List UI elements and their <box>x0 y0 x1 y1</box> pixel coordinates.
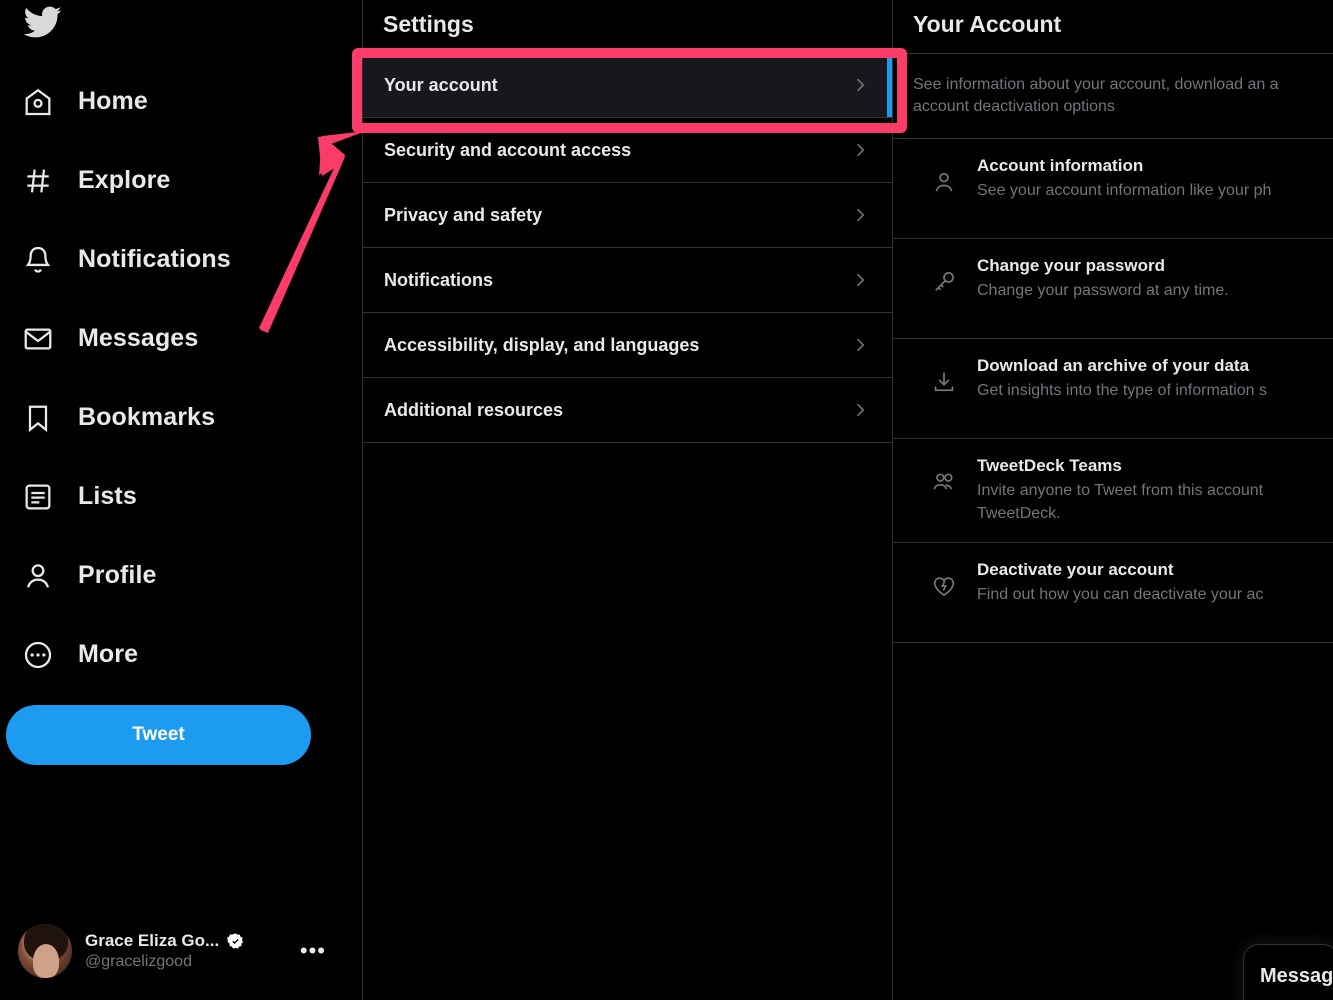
account-row-download-archive[interactable]: Download an archive of your data Get ins… <box>893 339 1333 439</box>
chevron-right-icon <box>850 140 870 160</box>
sidebar-item-label: Lists <box>78 482 137 510</box>
account-row-subtitle: Invite anyone to Tweet from this account… <box>977 482 1264 522</box>
avatar <box>18 924 72 978</box>
settings-item-accessibility-display-and-languages[interactable]: Accessibility, display, and languages <box>363 313 892 378</box>
docked-messages-label: Messages <box>1260 964 1333 987</box>
settings-column: Settings Your account Security and accou… <box>363 0 893 1000</box>
account-row-title: Download an archive of your data <box>977 356 1250 375</box>
key-icon <box>931 269 957 295</box>
account-row-title: Account information <box>977 156 1144 175</box>
profile-handle: @gracelizgood <box>85 953 192 970</box>
settings-item-privacy-and-safety[interactable]: Privacy and safety <box>363 183 892 248</box>
envelope-icon <box>18 319 58 359</box>
twitter-bird-icon[interactable] <box>16 0 68 48</box>
settings-item-label: Additional resources <box>384 399 564 420</box>
account-row-subtitle: Change your password at any time. <box>977 282 1229 299</box>
broken-heart-icon <box>931 573 957 599</box>
chevron-right-icon <box>850 400 870 420</box>
download-icon <box>931 369 957 395</box>
left-sidebar: Home Explore Notifications Messages Book… <box>0 0 363 1000</box>
settings-item-label: Privacy and safety <box>384 204 543 225</box>
profile-display-name: Grace Eliza Go... <box>85 931 220 950</box>
person-icon <box>931 169 957 195</box>
sidebar-item-lists[interactable]: Lists <box>0 457 362 536</box>
sidebar-item-label: Messages <box>78 324 199 352</box>
sidebar-item-label: Notifications <box>78 245 231 273</box>
sidebar-item-label: Profile <box>78 561 157 589</box>
settings-item-label: Security and account access <box>384 139 632 160</box>
account-row-title: Change your password <box>977 256 1165 275</box>
sidebar-item-bookmarks[interactable]: Bookmarks <box>0 378 362 457</box>
chevron-right-icon <box>850 335 870 355</box>
ellipsis-icon[interactable]: ••• <box>300 938 336 964</box>
settings-item-label: Accessibility, display, and languages <box>384 334 700 355</box>
sidebar-item-label: Bookmarks <box>78 403 216 431</box>
account-row-change-your-password[interactable]: Change your password Change your passwor… <box>893 239 1333 339</box>
settings-item-notifications[interactable]: Notifications <box>363 248 892 313</box>
verified-badge-icon <box>227 932 244 949</box>
sidebar-item-home[interactable]: Home <box>0 62 362 141</box>
sidebar-item-messages[interactable]: Messages <box>0 299 362 378</box>
chevron-right-icon <box>850 270 870 290</box>
chevron-right-icon <box>850 205 870 225</box>
people-icon <box>931 469 957 495</box>
bookmark-icon <box>18 398 58 438</box>
person-icon <box>18 556 58 596</box>
sidebar-item-label: More <box>78 640 139 668</box>
sidebar-nav-list: Home Explore Notifications Messages Book… <box>0 62 362 694</box>
profile-text: Grace Eliza Go... @gracelizgood <box>85 931 245 971</box>
sidebar-item-profile[interactable]: Profile <box>0 536 362 615</box>
twitter-settings-app: Home Explore Notifications Messages Book… <box>0 0 1333 1000</box>
account-row-subtitle: Get insights into the type of informatio… <box>977 382 1267 399</box>
account-row-subtitle: See your account information like your p… <box>977 182 1272 199</box>
home-icon <box>18 82 58 122</box>
settings-title: Settings <box>383 11 474 37</box>
account-row-tweetdeck-teams[interactable]: TweetDeck Teams Invite anyone to Tweet f… <box>893 439 1333 543</box>
your-account-panel: Your Account See information about your … <box>893 0 1333 1000</box>
bell-icon <box>18 240 58 280</box>
sidebar-item-explore[interactable]: Explore <box>0 141 362 220</box>
hashtag-icon <box>18 161 58 201</box>
account-row-title: Deactivate your account <box>977 560 1174 579</box>
account-row-title: TweetDeck Teams <box>977 456 1122 475</box>
settings-item-additional-resources[interactable]: Additional resources <box>363 378 892 443</box>
docked-messages-panel[interactable]: Messages <box>1243 944 1333 1000</box>
page-title: Your Account <box>913 11 1062 37</box>
account-switcher[interactable]: Grace Eliza Go... @gracelizgood ••• <box>12 916 342 986</box>
sidebar-item-label: Home <box>78 87 148 115</box>
sidebar-item-more[interactable]: More <box>0 615 362 694</box>
sidebar-item-label: Explore <box>78 166 171 194</box>
sidebar-item-notifications[interactable]: Notifications <box>0 220 362 299</box>
account-row-subtitle: Find out how you can deactivate your ac <box>977 586 1264 603</box>
more-circle-icon <box>18 635 58 675</box>
list-icon <box>18 477 58 517</box>
panel-description: See information about your account, down… <box>893 53 1333 139</box>
annotation-highlight-box <box>352 48 907 133</box>
settings-item-label: Notifications <box>384 269 494 290</box>
tweet-button[interactable]: Tweet <box>6 705 311 765</box>
account-row-account-information[interactable]: Account information See your account inf… <box>893 139 1333 239</box>
account-row-deactivate-your-account[interactable]: Deactivate your account Find out how you… <box>893 543 1333 643</box>
